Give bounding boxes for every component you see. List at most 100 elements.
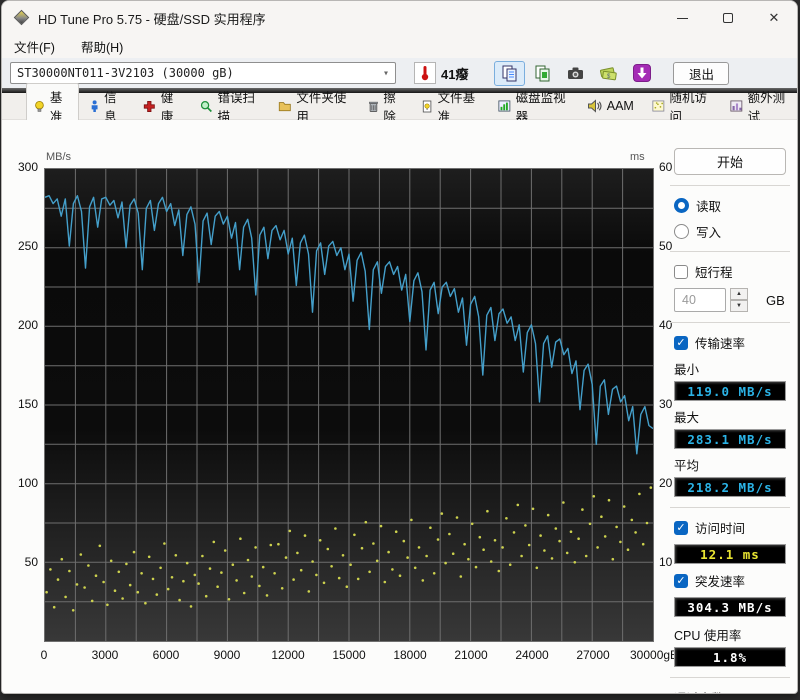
short-stroke-checkbox[interactable]: [674, 264, 688, 279]
access-time-dot: [546, 513, 550, 517]
access-time-dot: [516, 503, 520, 507]
max-label: 最大: [674, 411, 700, 425]
red-cross-icon: [143, 100, 155, 112]
access-time-dot: [470, 522, 474, 526]
min-value-display: 119.0 MB/s: [674, 381, 786, 401]
access-time-checkbox[interactable]: ✓: [674, 520, 688, 535]
app-window: HD Tune Pro 5.75 - 硬盘/SSD 实用程序 ✕ 文件(F) 帮…: [1, 0, 798, 694]
y-left-tick-label: 200: [17, 318, 38, 332]
divider: [670, 507, 790, 508]
exit-button[interactable]: 退出: [673, 61, 730, 85]
register-button[interactable]: $: [593, 61, 624, 86]
y-left-tick-label: 50: [24, 555, 38, 569]
access-time-dot: [429, 526, 432, 529]
access-time-dot: [372, 542, 375, 545]
screenshot-button[interactable]: [560, 61, 591, 86]
write-radio-row[interactable]: 写入: [674, 222, 786, 241]
access-time-dot: [334, 527, 337, 530]
access-time-dot: [166, 587, 170, 591]
burst-rate-row[interactable]: ✓ 突发速率: [674, 571, 786, 590]
access-time-dot: [151, 577, 155, 581]
close-icon: ✕: [768, 10, 780, 25]
start-button[interactable]: 开始: [674, 148, 786, 175]
access-time-dot: [121, 597, 124, 600]
access-time-dot: [410, 518, 413, 522]
bar-chart-green-icon: [498, 100, 511, 112]
access-time-dot: [258, 584, 261, 588]
menu-help[interactable]: 帮助(H): [77, 35, 127, 58]
update-button[interactable]: [626, 61, 657, 86]
access-time-dot: [413, 566, 417, 570]
access-time-dot: [125, 562, 128, 566]
access-time-dot: [280, 587, 284, 590]
close-button[interactable]: ✕: [751, 1, 797, 35]
access-time-dot: [398, 574, 402, 577]
write-radio[interactable]: [674, 224, 689, 239]
x-tick-label: 18000: [393, 648, 427, 662]
access-time-dot: [182, 579, 185, 583]
access-time-dot: [45, 590, 48, 594]
burst-rate-checkbox[interactable]: ✓: [674, 573, 688, 588]
access-time-dot: [565, 551, 569, 555]
read-radio[interactable]: [674, 198, 689, 213]
access-time-dot: [505, 517, 508, 520]
x-tick-label: 27000: [576, 648, 610, 662]
banknote-icon: $: [600, 67, 618, 81]
divider: [670, 251, 790, 252]
menu-file[interactable]: 文件(F): [10, 35, 59, 58]
transfer-rate-checkbox[interactable]: ✓: [674, 335, 688, 350]
access-time-dot: [242, 591, 246, 595]
access-time-dot: [261, 565, 265, 569]
y-left-tick-label: 100: [17, 476, 38, 490]
short-stroke-stepper[interactable]: ▲ ▼: [730, 288, 748, 312]
drive-select[interactable]: ST30000NT011-3V2103 (30000 gB) ▾: [10, 62, 396, 84]
access-time-dot: [577, 537, 580, 540]
minimize-button[interactable]: [659, 1, 705, 35]
magnifier-icon: [200, 100, 212, 112]
info-icon: [91, 99, 98, 112]
access-time-dot: [569, 530, 573, 533]
x-tick-label: 3000: [91, 648, 119, 662]
divider: [670, 677, 790, 678]
divider: [670, 185, 790, 186]
access-time-dot: [467, 557, 470, 561]
access-time-dot: [440, 512, 444, 515]
access-time-dot: [231, 563, 235, 566]
access-time-dot: [292, 578, 295, 581]
access-time-dot: [394, 530, 398, 533]
access-time-display: 12.1 ms: [674, 544, 786, 564]
access-time-dot: [345, 585, 349, 588]
access-time-dot: [140, 572, 143, 575]
access-time-dot: [235, 579, 238, 582]
camera-icon: [568, 67, 584, 79]
burst-rate-display: 304.3 MB/s: [674, 597, 786, 617]
access-time-dot: [87, 564, 90, 567]
tab-aam[interactable]: AAM: [580, 96, 641, 116]
short-stroke-size-input[interactable]: 40: [674, 288, 726, 312]
save-screenshot-button[interactable]: [527, 61, 558, 86]
bar-chart-purple-icon: [730, 100, 743, 112]
transfer-rate-row[interactable]: ✓ 传输速率: [674, 333, 786, 352]
access-time-dot: [174, 554, 178, 557]
access-time-dot: [387, 550, 390, 554]
read-radio-row[interactable]: 读取: [674, 196, 786, 215]
stepper-up-icon[interactable]: ▲: [730, 288, 748, 300]
access-time-dot: [584, 554, 588, 558]
cpu-usage-label: CPU 使用率: [674, 629, 742, 643]
access-time-dot: [132, 550, 136, 554]
stepper-down-icon[interactable]: ▼: [730, 300, 748, 312]
access-time-dot: [337, 576, 341, 580]
access-time-dot: [216, 585, 219, 588]
access-time-dot: [478, 535, 482, 539]
drive-temperature: 41癈: [441, 66, 469, 82]
access-time-dot: [288, 529, 292, 533]
access-time-dot: [296, 551, 299, 555]
access-time-dot: [459, 575, 463, 578]
access-time-dot: [303, 534, 307, 537]
green-pages-icon: [535, 65, 550, 82]
access-time-row[interactable]: ✓ 访问时间: [674, 518, 786, 537]
short-stroke-row[interactable]: 短行程: [674, 262, 786, 281]
maximize-button[interactable]: [705, 1, 751, 35]
copy-screenshot-button[interactable]: [494, 60, 526, 86]
access-time-dot: [630, 518, 634, 522]
